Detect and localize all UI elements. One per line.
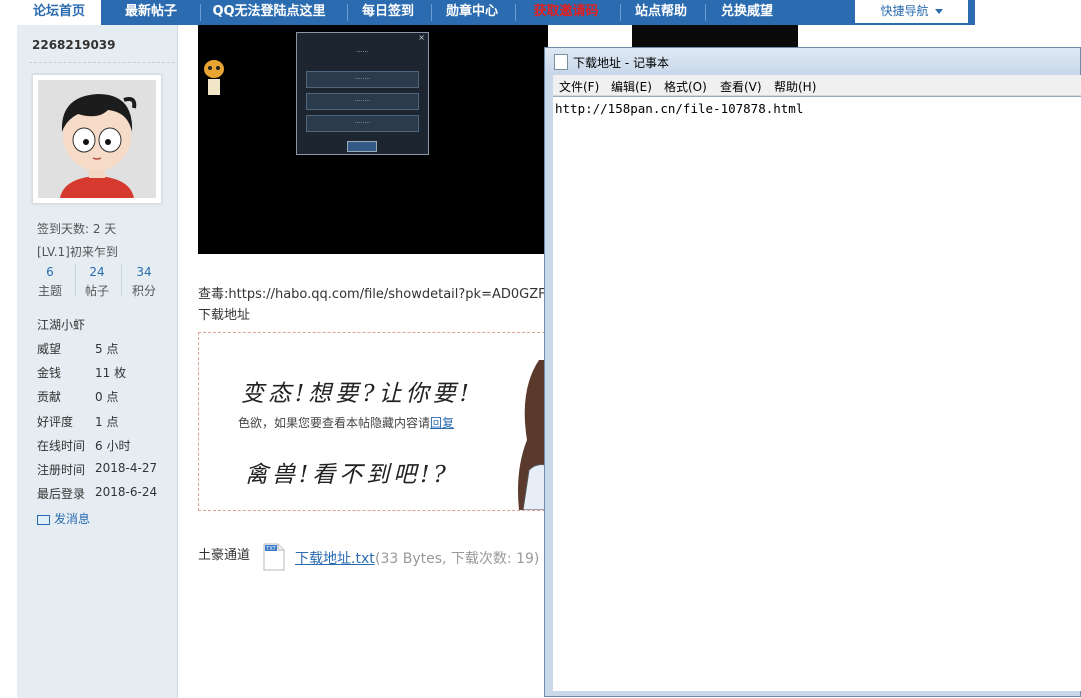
menu-help[interactable]: 帮助(H)	[774, 78, 816, 95]
nav-exchange-prestige[interactable]: 兑换威望	[708, 0, 786, 25]
signin-days: 签到天数: 2 天	[37, 222, 117, 236]
dialog-ok-button	[347, 141, 377, 152]
avatar[interactable]	[32, 74, 162, 204]
nav-site-help[interactable]: 站点帮助	[623, 0, 699, 25]
count-label: 积分	[131, 284, 156, 298]
nav-divider	[705, 4, 706, 21]
attachment-meta: (33 Bytes, 下载次数: 19)	[375, 551, 540, 567]
stat-value: 11 枚	[95, 366, 127, 380]
hidden-notice-text: 色欲，如果您要查看本帖隐藏内容请	[238, 416, 431, 430]
avatar-image	[38, 80, 156, 198]
nav-divider	[515, 4, 516, 21]
menu-file[interactable]: 文件(F)	[559, 78, 599, 95]
nav-daily-signin[interactable]: 每日签到	[350, 0, 426, 25]
stat-label: 威望	[37, 342, 62, 356]
stat-label: 贡献	[37, 390, 62, 404]
virus-scan-link[interactable]: 查毒:https://habo.qq.com/file/showdetail?p…	[198, 283, 554, 302]
divider	[75, 264, 76, 296]
cartoon-boy-icon	[38, 80, 156, 198]
user-rank[interactable]: 江湖小虾	[37, 316, 85, 333]
close-icon: ×	[418, 33, 425, 42]
download-label: 下载地址	[198, 308, 251, 323]
hidden-heading-1: 变态!想要?让你要!	[241, 381, 473, 407]
send-message-link[interactable]: 发消息	[37, 510, 90, 527]
notepad-content[interactable]: http://158pan.cn/file-107878.html	[555, 101, 803, 116]
hidden-content-box: 变态!想要?让你要! 色欲，如果您要查看本帖隐藏内容请回复 禽兽!看不到吧!?	[198, 332, 560, 511]
count-label: 主题	[37, 284, 62, 298]
nav-divider	[620, 4, 621, 21]
nav-qq-login-help[interactable]: QQ无法登陆点这里	[203, 0, 335, 25]
stat-row-money: 金钱 11 枚	[37, 364, 126, 381]
nav-medal-center[interactable]: 勋章中心	[434, 0, 510, 25]
menu-edit[interactable]: 编辑(E)	[611, 78, 652, 95]
hidden-heading-2: 禽兽!看不到吧!?	[245, 462, 450, 488]
count-label: 帖子	[84, 284, 109, 298]
stat-label: 注册时间	[37, 463, 86, 477]
quick-nav-button[interactable]: 快捷导航	[855, 0, 968, 23]
user-id[interactable]: 2268219039	[32, 38, 116, 52]
menu-format[interactable]: 格式(O)	[664, 78, 707, 95]
nav-divider	[347, 4, 348, 21]
notepad-window[interactable]: 下载地址 - 记事本 文件(F) 编辑(E) 格式(O) 查看(V) 帮助(H)…	[544, 47, 1081, 697]
stat-value: 1 点	[95, 415, 119, 429]
stat-row-online-time: 在线时间 6 小时	[37, 437, 130, 454]
top-nav: 论坛首页 最新帖子 QQ无法登陆点这里 每日签到 勋章中心 获取邀请码 站点帮助…	[17, 0, 975, 25]
user-level[interactable]: [LV.1]初来乍到	[37, 243, 118, 260]
game-dialog: × ······ ········ ········ ········	[296, 32, 429, 155]
menu-view[interactable]: 查看(V)	[720, 78, 762, 95]
attachment-file-link[interactable]: 下载地址.txt	[295, 548, 375, 568]
svg-text:TXT: TXT	[265, 546, 276, 552]
notepad-menu-bar: 文件(F) 编辑(E) 格式(O) 查看(V) 帮助(H)	[553, 75, 1081, 96]
count-posts[interactable]: 24 帖子	[77, 265, 117, 299]
stat-label: 在线时间	[37, 439, 86, 453]
divider	[121, 264, 122, 296]
dialog-title: ······	[356, 49, 369, 56]
stat-value: 0 点	[95, 390, 119, 404]
txt-file-icon[interactable]: TXT	[263, 543, 285, 571]
nav-divider	[200, 4, 201, 21]
count-value: 34	[136, 265, 152, 279]
stat-value: 6 小时	[95, 439, 131, 453]
stat-value: 2018-4-27	[95, 461, 158, 475]
dialog-option: ········	[306, 93, 419, 110]
stat-row-contribution: 贡献 0 点	[37, 388, 118, 405]
notepad-title-bar[interactable]: 下载地址 - 记事本	[545, 48, 1080, 75]
dialog-option: ········	[306, 71, 419, 88]
nav-latest-posts[interactable]: 最新帖子	[109, 0, 193, 25]
game-screenshot-thumbnail[interactable]	[632, 25, 798, 49]
stat-row-rating: 好评度 1 点	[37, 413, 118, 430]
game-screenshot[interactable]: × ······ ········ ········ ········	[198, 25, 548, 254]
hidden-notice: 色欲，如果您要查看本帖隐藏内容请回复	[238, 414, 454, 431]
notepad-title: 下载地址 - 记事本	[573, 56, 669, 70]
count-value: 6	[46, 265, 54, 279]
reply-link[interactable]: 回复	[430, 416, 454, 430]
stat-label: 好评度	[37, 415, 74, 429]
count-topics[interactable]: 6 主题	[30, 265, 70, 299]
notepad-text-area[interactable]: http://158pan.cn/file-107878.html	[553, 96, 1081, 691]
quick-nav-label: 快捷导航	[880, 4, 929, 18]
stat-row-register-date: 注册时间 2018-4-27	[37, 461, 157, 478]
divider	[29, 62, 175, 63]
stat-label: 金钱	[37, 366, 62, 380]
stat-label: 最后登录	[37, 487, 86, 501]
stat-value: 5 点	[95, 342, 119, 356]
count-value: 24	[89, 265, 105, 279]
count-points[interactable]: 34 积分	[124, 265, 164, 299]
stat-value: 2018-6-24	[95, 485, 158, 499]
mail-icon	[37, 514, 50, 525]
nav-forum-home[interactable]: 论坛首页	[17, 0, 101, 25]
dialog-option: ········	[306, 115, 419, 132]
stat-row-last-login: 最后登录 2018-6-24	[37, 485, 157, 502]
mascot-icon	[204, 60, 224, 95]
chevron-down-icon	[934, 9, 943, 14]
attachment-label: 土豪通道	[198, 548, 251, 563]
nav-divider	[431, 4, 432, 21]
user-sidebar: 2268219039 签到天数: 2 天 [LV.1]初来乍到 6 主题 24 帖子…	[17, 25, 178, 698]
send-message-label: 发消息	[54, 512, 91, 526]
stat-row-prestige: 威望 5 点	[37, 340, 118, 357]
nav-invite-code[interactable]: 获取邀请码	[518, 0, 614, 25]
notepad-icon	[554, 54, 568, 70]
